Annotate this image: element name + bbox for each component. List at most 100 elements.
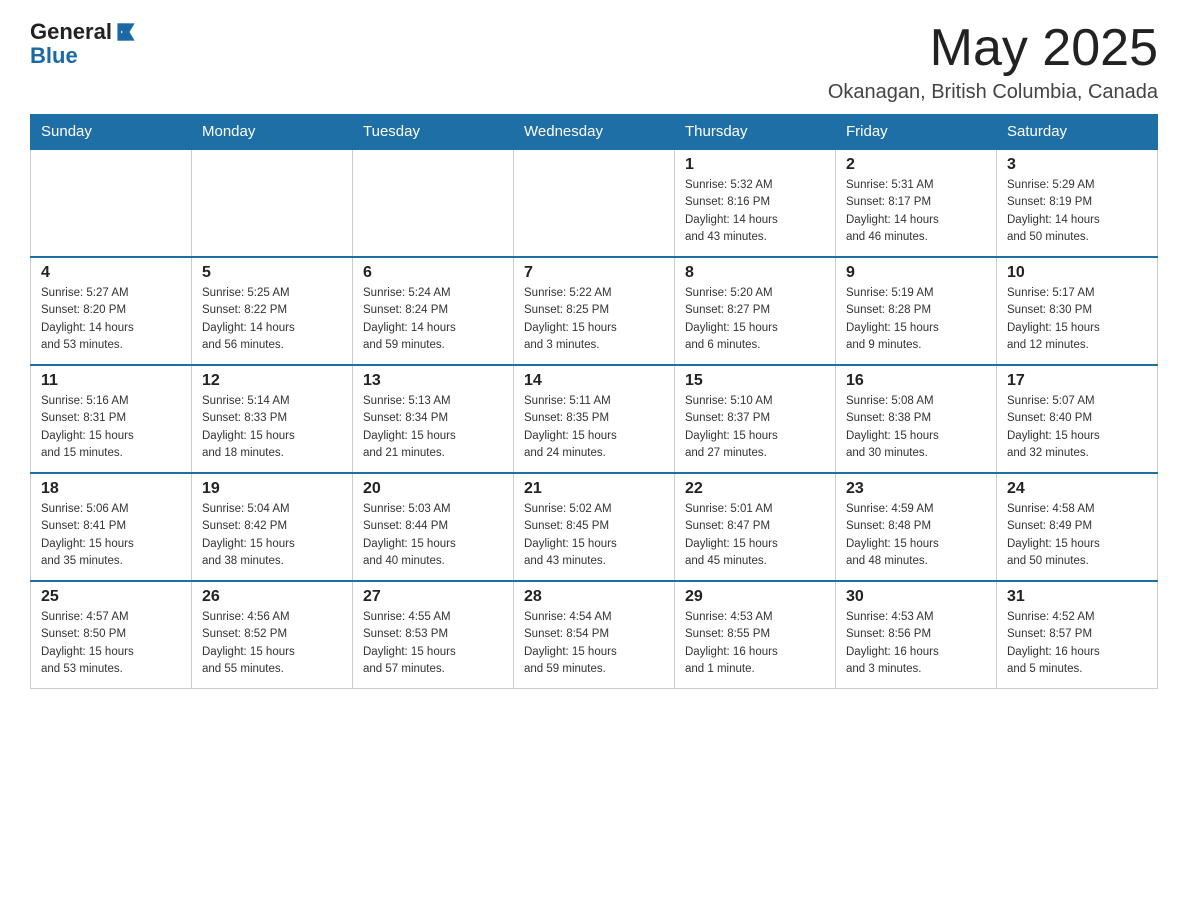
location-subtitle: Okanagan, British Columbia, Canada bbox=[828, 81, 1158, 104]
day-number: 8 bbox=[685, 264, 825, 282]
day-info: Sunrise: 4:53 AMSunset: 8:56 PMDaylight:… bbox=[846, 609, 986, 678]
day-number: 22 bbox=[685, 480, 825, 498]
logo-general-text: General bbox=[30, 20, 112, 44]
table-row: 27 Sunrise: 4:55 AMSunset: 8:53 PMDayligh… bbox=[353, 581, 514, 689]
day-info: Sunrise: 5:11 AMSunset: 8:35 PMDaylight:… bbox=[524, 393, 664, 462]
day-number: 31 bbox=[1007, 588, 1147, 606]
table-row: 15 Sunrise: 5:10 AMSunset: 8:37 PMDayligh… bbox=[675, 365, 836, 473]
table-row: 3Sunrise: 5:29 AMSunset: 8:19 PMDaylight… bbox=[997, 149, 1158, 257]
page-header: General Blue May 2025 Okanagan, British … bbox=[30, 20, 1158, 104]
day-number: 13 bbox=[363, 372, 503, 390]
table-row: 7 Sunrise: 5:22 AMSunset: 8:25 PMDaylight… bbox=[514, 257, 675, 365]
table-row: 24 Sunrise: 4:58 AMSunset: 8:49 PMDayligh… bbox=[997, 473, 1158, 581]
day-number: 23 bbox=[846, 480, 986, 498]
table-row bbox=[353, 149, 514, 257]
day-number: 14 bbox=[524, 372, 664, 390]
day-number: 11 bbox=[41, 372, 181, 390]
table-row: 31Sunrise: 4:52 AMSunset: 8:57 PMDayligh… bbox=[997, 581, 1158, 689]
day-number: 12 bbox=[202, 372, 342, 390]
day-info: Sunrise: 5:14 AMSunset: 8:33 PMDaylight:… bbox=[202, 393, 342, 462]
day-number: 5 bbox=[202, 264, 342, 282]
day-info: Sunrise: 5:07 AMSunset: 8:40 PMDaylight:… bbox=[1007, 393, 1147, 462]
table-row: 20 Sunrise: 5:03 AMSunset: 8:44 PMDayligh… bbox=[353, 473, 514, 581]
logo-flag-icon bbox=[114, 20, 138, 44]
days-of-week-row: Sunday Monday Tuesday Wednesday Thursday… bbox=[31, 115, 1158, 150]
logo-blue-text: Blue bbox=[30, 44, 138, 68]
day-info: Sunrise: 5:19 AMSunset: 8:28 PMDaylight:… bbox=[846, 285, 986, 354]
day-info: Sunrise: 5:27 AMSunset: 8:20 PMDaylight:… bbox=[41, 285, 181, 354]
day-number: 25 bbox=[41, 588, 181, 606]
calendar-week-row: 1Sunrise: 5:32 AMSunset: 8:16 PMDaylight… bbox=[31, 149, 1158, 257]
col-saturday: Saturday bbox=[997, 115, 1158, 150]
calendar-table: Sunday Monday Tuesday Wednesday Thursday… bbox=[30, 114, 1158, 689]
day-info: Sunrise: 4:53 AMSunset: 8:55 PMDaylight:… bbox=[685, 609, 825, 678]
col-thursday: Thursday bbox=[675, 115, 836, 150]
table-row: 23Sunrise: 4:59 AMSunset: 8:48 PMDayligh… bbox=[836, 473, 997, 581]
day-number: 20 bbox=[363, 480, 503, 498]
day-number: 28 bbox=[524, 588, 664, 606]
table-row: 29Sunrise: 4:53 AMSunset: 8:55 PMDayligh… bbox=[675, 581, 836, 689]
day-number: 27 bbox=[363, 588, 503, 606]
table-row: 10Sunrise: 5:17 AMSunset: 8:30 PMDayligh… bbox=[997, 257, 1158, 365]
day-info: Sunrise: 5:22 AMSunset: 8:25 PMDaylight:… bbox=[524, 285, 664, 354]
table-row: 19 Sunrise: 5:04 AMSunset: 8:42 PMDayligh… bbox=[192, 473, 353, 581]
day-info: Sunrise: 5:29 AMSunset: 8:19 PMDaylight:… bbox=[1007, 177, 1147, 246]
table-row: 9Sunrise: 5:19 AMSunset: 8:28 PMDaylight… bbox=[836, 257, 997, 365]
day-number: 17 bbox=[1007, 372, 1147, 390]
table-row: 16 Sunrise: 5:08 AMSunset: 8:38 PMDayligh… bbox=[836, 365, 997, 473]
day-number: 15 bbox=[685, 372, 825, 390]
day-info: Sunrise: 4:55 AMSunset: 8:53 PMDaylight:… bbox=[363, 609, 503, 678]
table-row: 14 Sunrise: 5:11 AMSunset: 8:35 PMDayligh… bbox=[514, 365, 675, 473]
day-info: Sunrise: 4:54 AMSunset: 8:54 PMDaylight:… bbox=[524, 609, 664, 678]
table-row: 6Sunrise: 5:24 AMSunset: 8:24 PMDaylight… bbox=[353, 257, 514, 365]
col-friday: Friday bbox=[836, 115, 997, 150]
calendar-week-row: 4Sunrise: 5:27 AMSunset: 8:20 PMDaylight… bbox=[31, 257, 1158, 365]
table-row: 2 Sunrise: 5:31 AMSunset: 8:17 PMDaylight… bbox=[836, 149, 997, 257]
table-row: 17 Sunrise: 5:07 AMSunset: 8:40 PMDayligh… bbox=[997, 365, 1158, 473]
day-info: Sunrise: 5:10 AMSunset: 8:37 PMDaylight:… bbox=[685, 393, 825, 462]
table-row: 26Sunrise: 4:56 AMSunset: 8:52 PMDayligh… bbox=[192, 581, 353, 689]
logo: General Blue bbox=[30, 20, 138, 68]
col-tuesday: Tuesday bbox=[353, 115, 514, 150]
title-section: May 2025 Okanagan, British Columbia, Can… bbox=[828, 20, 1158, 104]
day-info: Sunrise: 5:03 AMSunset: 8:44 PMDaylight:… bbox=[363, 501, 503, 570]
day-info: Sunrise: 5:25 AMSunset: 8:22 PMDaylight:… bbox=[202, 285, 342, 354]
day-info: Sunrise: 5:32 AMSunset: 8:16 PMDaylight:… bbox=[685, 177, 825, 246]
day-number: 19 bbox=[202, 480, 342, 498]
day-info: Sunrise: 5:24 AMSunset: 8:24 PMDaylight:… bbox=[363, 285, 503, 354]
table-row: 1Sunrise: 5:32 AMSunset: 8:16 PMDaylight… bbox=[675, 149, 836, 257]
day-info: Sunrise: 5:17 AMSunset: 8:30 PMDaylight:… bbox=[1007, 285, 1147, 354]
table-row: 18 Sunrise: 5:06 AMSunset: 8:41 PMDayligh… bbox=[31, 473, 192, 581]
table-row bbox=[31, 149, 192, 257]
day-number: 18 bbox=[41, 480, 181, 498]
table-row: 22Sunrise: 5:01 AMSunset: 8:47 PMDayligh… bbox=[675, 473, 836, 581]
day-number: 16 bbox=[846, 372, 986, 390]
table-row: 25 Sunrise: 4:57 AMSunset: 8:50 PMDayligh… bbox=[31, 581, 192, 689]
day-number: 24 bbox=[1007, 480, 1147, 498]
table-row: 12 Sunrise: 5:14 AMSunset: 8:33 PMDayligh… bbox=[192, 365, 353, 473]
day-info: Sunrise: 5:04 AMSunset: 8:42 PMDaylight:… bbox=[202, 501, 342, 570]
day-number: 21 bbox=[524, 480, 664, 498]
day-info: Sunrise: 5:13 AMSunset: 8:34 PMDaylight:… bbox=[363, 393, 503, 462]
day-info: Sunrise: 4:58 AMSunset: 8:49 PMDaylight:… bbox=[1007, 501, 1147, 570]
day-number: 30 bbox=[846, 588, 986, 606]
day-info: Sunrise: 5:06 AMSunset: 8:41 PMDaylight:… bbox=[41, 501, 181, 570]
table-row: 4Sunrise: 5:27 AMSunset: 8:20 PMDaylight… bbox=[31, 257, 192, 365]
table-row: 5 Sunrise: 5:25 AMSunset: 8:22 PMDaylight… bbox=[192, 257, 353, 365]
day-info: Sunrise: 5:08 AMSunset: 8:38 PMDaylight:… bbox=[846, 393, 986, 462]
calendar-week-row: 11 Sunrise: 5:16 AMSunset: 8:31 PMDayligh… bbox=[31, 365, 1158, 473]
day-number: 2 bbox=[846, 156, 986, 174]
table-row: 28 Sunrise: 4:54 AMSunset: 8:54 PMDayligh… bbox=[514, 581, 675, 689]
table-row: 21Sunrise: 5:02 AMSunset: 8:45 PMDayligh… bbox=[514, 473, 675, 581]
day-number: 7 bbox=[524, 264, 664, 282]
table-row: 8Sunrise: 5:20 AMSunset: 8:27 PMDaylight… bbox=[675, 257, 836, 365]
day-info: Sunrise: 5:31 AMSunset: 8:17 PMDaylight:… bbox=[846, 177, 986, 246]
month-title: May 2025 bbox=[828, 20, 1158, 77]
day-info: Sunrise: 5:16 AMSunset: 8:31 PMDaylight:… bbox=[41, 393, 181, 462]
table-row: 11 Sunrise: 5:16 AMSunset: 8:31 PMDayligh… bbox=[31, 365, 192, 473]
table-row bbox=[192, 149, 353, 257]
day-number: 26 bbox=[202, 588, 342, 606]
col-monday: Monday bbox=[192, 115, 353, 150]
table-row: 13 Sunrise: 5:13 AMSunset: 8:34 PMDayligh… bbox=[353, 365, 514, 473]
day-info: Sunrise: 4:57 AMSunset: 8:50 PMDaylight:… bbox=[41, 609, 181, 678]
